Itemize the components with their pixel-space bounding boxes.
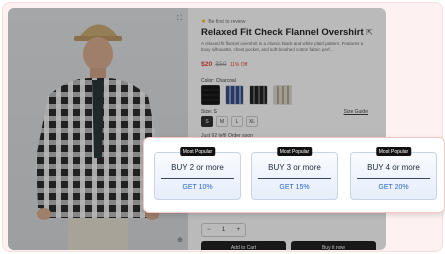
tier-get-label: GET 20% bbox=[378, 184, 409, 191]
tier-buy-label: BUY 3 or more bbox=[268, 163, 321, 172]
most-popular-badge: Most Popular bbox=[179, 147, 216, 156]
tier-buy-label: BUY 2 or more bbox=[171, 163, 224, 172]
tier-divider bbox=[258, 178, 331, 179]
tier-card[interactable]: BUY 3 or more GET 15% bbox=[251, 152, 338, 200]
discount-tier[interactable]: Most Popular BUY 4 or more GET 20% bbox=[350, 147, 437, 200]
volume-discount-popup: Most Popular BUY 2 or more GET 10% Most … bbox=[143, 137, 445, 213]
product-card: ⛶ ⊕ ★ Be first to review Relaxed Fit Che… bbox=[8, 8, 386, 250]
most-popular-badge: Most Popular bbox=[276, 147, 313, 156]
discount-tier[interactable]: Most Popular BUY 2 or more GET 10% bbox=[154, 147, 241, 200]
most-popular-badge: Most Popular bbox=[375, 147, 412, 156]
modal-backdrop[interactable] bbox=[8, 8, 386, 250]
tier-get-label: GET 15% bbox=[279, 184, 310, 191]
discount-tier[interactable]: Most Popular BUY 3 or more GET 15% bbox=[251, 147, 338, 200]
tier-divider bbox=[357, 178, 430, 179]
tier-card[interactable]: BUY 4 or more GET 20% bbox=[350, 152, 437, 200]
tier-divider bbox=[161, 178, 234, 179]
tier-card[interactable]: BUY 2 or more GET 10% bbox=[154, 152, 241, 200]
app-frame: ⛶ ⊕ ★ Be first to review Relaxed Fit Che… bbox=[2, 2, 445, 252]
tier-get-label: GET 10% bbox=[182, 184, 213, 191]
tier-buy-label: BUY 4 or more bbox=[367, 163, 420, 172]
